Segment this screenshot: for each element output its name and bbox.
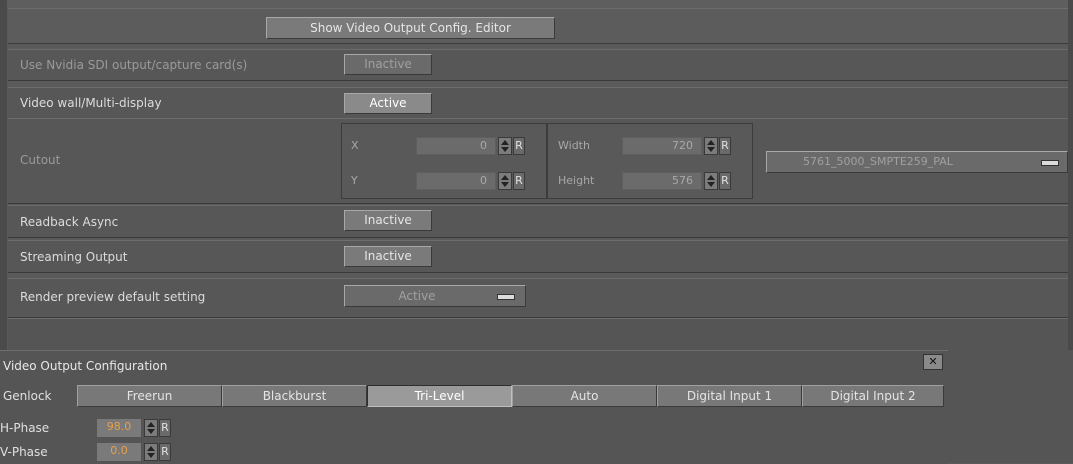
x-input[interactable]: 0 [416,137,496,155]
h-phase-spin-arrows-icon[interactable] [144,419,158,437]
cutout-size-group: Width 720 R Height 576 R [547,123,753,199]
h-phase-label: H-Phase [0,421,50,435]
right-frame [1068,0,1073,350]
video-output-title: Video Output Configuration [3,359,168,373]
top-frame [0,0,1073,8]
streaming-row: Streaming Output Inactive [8,240,1068,273]
streaming-toggle[interactable]: Inactive [344,246,432,267]
format-dropdown[interactable]: 5761_5000_SMPTE259_PAL [766,151,1068,173]
y-reset-button[interactable]: R [513,172,525,190]
readback-label: Readback Async [20,215,119,229]
nvidia-toggle[interactable]: Inactive [344,54,432,75]
width-input[interactable]: 720 [622,137,702,155]
tab-tri-level[interactable]: Tri-Level [367,385,512,407]
height-spin-arrows-icon[interactable] [704,172,718,190]
v-phase-label: V-Phase [0,445,48,459]
tab-auto[interactable]: Auto [512,385,657,407]
y-spin-arrows-icon[interactable] [498,172,512,190]
h-phase-input[interactable]: 98.0 [97,419,141,437]
x-reset-button[interactable]: R [513,137,525,155]
height-input[interactable]: 576 [622,172,702,190]
tab-digital-input-1[interactable]: Digital Input 1 [657,385,802,407]
tab-blackburst[interactable]: Blackburst [222,385,367,407]
y-input[interactable]: 0 [416,172,496,190]
show-video-output-config-editor-button[interactable]: Show Video Output Config. Editor [266,17,555,39]
streaming-label: Streaming Output [20,250,128,264]
v-phase-reset-button[interactable]: R [159,443,171,461]
videowall-toggle[interactable]: Active [344,93,432,114]
tab-freerun[interactable]: Freerun [77,385,222,407]
nvidia-label: Use Nvidia SDI output/capture card(s) [20,58,248,72]
dropdown-bar-icon [497,294,515,300]
v-phase-input[interactable]: 0.0 [97,443,141,461]
y-label: Y [351,174,358,187]
cutout-label: Cutout [20,153,61,167]
videowall-label: Video wall/Multi-display [20,96,162,110]
width-label: Width [558,139,590,152]
preview-value: Active [398,289,436,303]
cutout-position-group: X 0 R Y 0 R [341,123,547,199]
preview-label: Render preview default setting [20,290,206,304]
genlock-label: Genlock [3,389,52,403]
empty-row [8,318,1068,352]
x-label: X [351,139,359,152]
preview-dropdown[interactable]: Active [344,285,526,307]
preview-row: Render preview default setting Active [8,278,1068,318]
readback-row: Readback Async Inactive [8,205,1068,238]
height-label: Height [558,174,595,187]
format-value: 5761_5000_SMPTE259_PAL [803,155,953,168]
cutout-row: Cutout X 0 R Y 0 R Width 720 R Height 57… [8,118,1068,204]
dropdown-bar-icon [1041,160,1059,166]
right-empty-area [948,350,1073,463]
nvidia-row: Use Nvidia SDI output/capture card(s) In… [8,49,1068,81]
v-phase-spin-arrows-icon[interactable] [144,443,158,461]
x-spin-arrows-icon[interactable] [498,137,512,155]
tab-digital-input-2[interactable]: Digital Input 2 [802,385,944,407]
h-phase-reset-button[interactable]: R [159,419,171,437]
video-output-panel: Video Output Configuration ✕ Genlock Fre… [0,350,948,464]
readback-toggle[interactable]: Inactive [344,210,432,231]
height-reset-button[interactable]: R [719,172,731,190]
width-reset-button[interactable]: R [719,137,731,155]
editor-row: Show Video Output Config. Editor [8,8,1068,44]
width-spin-arrows-icon[interactable] [704,137,718,155]
videowall-row: Video wall/Multi-display Active [8,87,1068,119]
left-frame [0,0,7,350]
close-icon[interactable]: ✕ [923,354,943,370]
